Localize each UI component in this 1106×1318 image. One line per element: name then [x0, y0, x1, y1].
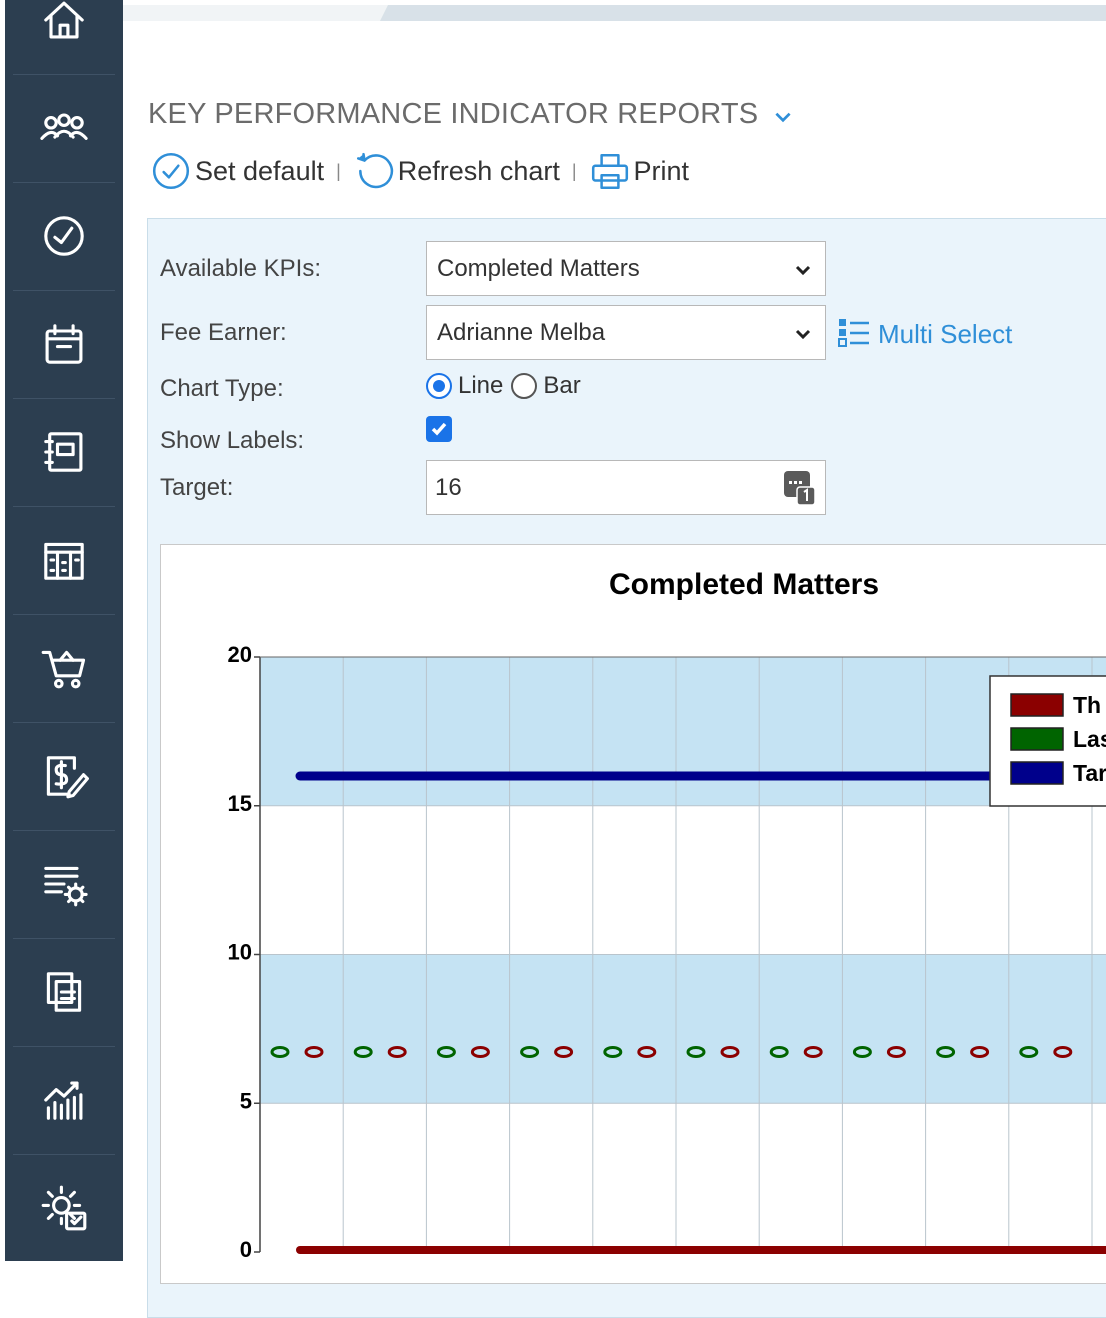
top-strip-accent: [380, 5, 1106, 21]
settings-list-icon: [44, 866, 88, 907]
numeric-keypad-icon[interactable]: [783, 469, 817, 507]
check-circle-icon: [152, 152, 190, 190]
print-button[interactable]: Print: [589, 150, 690, 192]
refresh-chart-button[interactable]: Refresh chart: [353, 150, 560, 192]
y-tick-label: 20: [228, 642, 252, 667]
refresh-chart-label: Refresh chart: [397, 155, 560, 186]
sidebar-item-documents[interactable]: [5, 938, 123, 1046]
list-icon: [838, 319, 869, 347]
sidebar-item-notebook[interactable]: [5, 398, 123, 506]
sidebar-item-config[interactable]: [5, 830, 123, 938]
target-label: Target:: [160, 474, 234, 501]
legend-label: Las: [1073, 726, 1106, 752]
toolbar-separator: |: [336, 160, 341, 181]
chart-band: [260, 657, 1106, 806]
home-icon: [44, 1, 84, 39]
y-tick-label: 10: [228, 940, 252, 965]
toolbar: Set default | Refresh chart | Print: [150, 150, 689, 192]
kpi-select[interactable]: Completed Matters: [426, 241, 826, 296]
target-input-value: 16: [435, 473, 462, 501]
line-chart: 0 5 10 15 20 Th Las Tar: [228, 642, 1106, 1261]
clock-icon: [44, 216, 84, 256]
sidebar-item-home[interactable]: [5, 0, 123, 74]
y-tick-label: 0: [240, 1237, 252, 1261]
chart-band: [260, 954, 1106, 1104]
legend-label: Tar: [1073, 760, 1106, 786]
chart-type-line-radio[interactable]: [426, 373, 452, 399]
chevron-down-icon: [795, 265, 811, 276]
fee-earner-select[interactable]: Adrianne Melba: [426, 305, 826, 360]
chevron-down-icon: [795, 329, 811, 340]
documents-icon: [46, 972, 82, 1012]
printer-icon: [591, 153, 628, 190]
checkmark-icon: [431, 422, 447, 436]
multi-select-label: Multi Select: [878, 318, 1013, 349]
notebook-icon: [44, 432, 83, 472]
set-default-button[interactable]: Set default: [150, 150, 324, 192]
fee-earner-select-value: Adrianne Melba: [437, 318, 606, 346]
sidebar-item-analytics[interactable]: [5, 1046, 123, 1154]
admin-settings-icon: [41, 1185, 87, 1231]
set-default-label: Set default: [195, 155, 325, 186]
sidebar-item-admin[interactable]: [5, 1154, 123, 1262]
sidebar-item-cart[interactable]: [5, 614, 123, 722]
chart-type-group: Line Bar: [426, 372, 581, 400]
chart-type-label: Chart Type:: [160, 375, 284, 402]
analytics-icon: [44, 1081, 83, 1120]
fee-earner-label: Fee Earner:: [160, 319, 287, 346]
sidebar-item-contacts[interactable]: [5, 74, 123, 182]
cart-icon: [41, 650, 86, 689]
calendar-icon: [45, 324, 83, 364]
sidebar-item-time[interactable]: [5, 182, 123, 290]
page-title[interactable]: KEY PERFORMANCE INDICATOR REPORTS: [148, 98, 794, 131]
chart-type-bar-radio[interactable]: [511, 373, 538, 399]
refresh-icon: [356, 152, 393, 189]
sidebar-item-board[interactable]: [5, 506, 123, 614]
chart-type-line-label: Line: [458, 372, 504, 399]
legend-swatch: [1010, 693, 1064, 717]
show-labels-label: Show Labels:: [160, 427, 305, 454]
legend-swatch: [1010, 761, 1064, 785]
toolbar-separator: |: [571, 160, 577, 181]
legend-swatch: [1010, 727, 1064, 751]
print-label: Print: [633, 155, 690, 186]
contacts-icon: [40, 113, 88, 140]
chart-type-bar-label: Bar: [543, 372, 581, 399]
target-input[interactable]: 16: [426, 460, 826, 515]
billing-icon: [46, 756, 89, 799]
kpi-select-value: Completed Matters: [437, 254, 640, 282]
multi-select-button[interactable]: Multi Select: [836, 316, 1012, 352]
y-tick-label: 15: [228, 791, 252, 816]
sidebar-item-calendar[interactable]: [5, 290, 123, 398]
page-title-text: KEY PERFORMANCE INDICATOR REPORTS: [148, 98, 759, 130]
legend-label: Th: [1073, 692, 1101, 718]
sidebar-item-billing[interactable]: [5, 722, 123, 830]
y-tick-label: 5: [240, 1088, 252, 1113]
chevron-down-icon: [775, 112, 791, 122]
show-labels-checkbox[interactable]: [426, 416, 452, 442]
sidebar: [5, 0, 123, 1261]
board-icon: [44, 542, 84, 580]
kpi-label: Available KPIs:: [160, 255, 321, 282]
